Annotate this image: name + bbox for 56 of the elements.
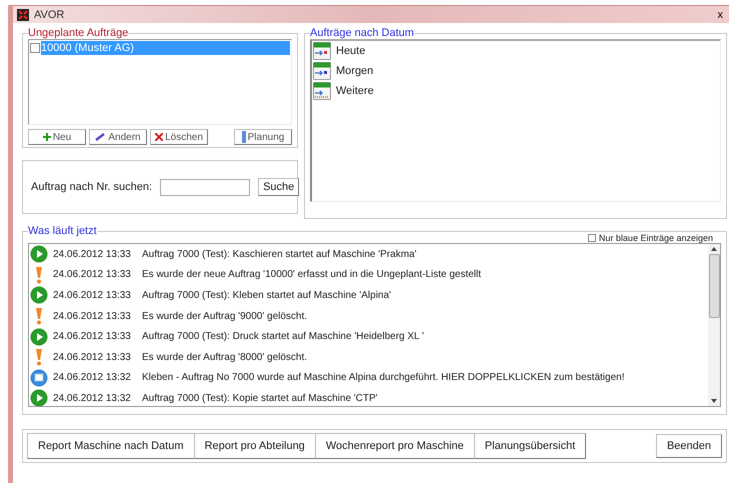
search-label: Auftrag nach Nr. suchen: (31, 181, 152, 193)
report-button[interactable]: Report pro Abteilung (194, 433, 316, 459)
cross-icon (155, 133, 164, 141)
list-item[interactable]: Morgen (312, 61, 720, 81)
calendar-icon (313, 42, 331, 60)
log-time: 24.06.2012 13:33 (53, 290, 132, 301)
add-button[interactable]: Neu (28, 129, 86, 145)
calendar-icon (313, 62, 331, 80)
group-title: Aufträge nach Datum (310, 27, 414, 39)
log-time: 24.06.2012 13:33 (53, 310, 132, 322)
log-message: Auftrag 7000 (Test): Kleben startet auf Maschine 'Alpina' (142, 290, 391, 301)
app-icon (17, 8, 29, 20)
log-message: Kleben - Auftrag No 7000 wurde auf Maschine Alpina durchgeführt. HIER DOPPELKLICKEN zum bestätigen! (142, 372, 624, 384)
log-time: 24.06.2012 13:33 (53, 352, 132, 363)
play-icon (30, 245, 48, 264)
report-button[interactable]: Wochenreport pro Maschine (314, 433, 475, 459)
checkbox[interactable] (588, 234, 596, 242)
play-icon (30, 389, 48, 406)
log-message: Es wurde der neue Auftrag '10000' erfasst und in die Ungeplant-Liste gestellt (142, 269, 482, 280)
search-field[interactable] (160, 178, 250, 196)
group-title: Was läuft jetzt (28, 225, 97, 237)
log-message: Es wurde der Auftrag '9000' gelöscht. (142, 310, 308, 322)
log-message: Es wurde der Auftrag '8000' gelöscht. (142, 352, 308, 363)
play-icon (30, 328, 48, 346)
checkbox-label: Nur blaue Einträge anzeigen (598, 233, 713, 243)
checkbox[interactable] (30, 43, 40, 53)
report-button[interactable]: Report Maschine nach Datum (27, 433, 195, 459)
pencil-icon (95, 133, 106, 141)
group-title: Ungeplante Aufträge (28, 27, 128, 39)
search-button[interactable]: Suche (258, 178, 300, 196)
log-time: 24.06.2012 13:33 (53, 269, 132, 280)
log-message: Auftrag 7000 (Test): Kopie startet auf Maschine 'CTP' (142, 392, 378, 404)
window-icon (30, 368, 48, 387)
log-message: Auftrag 7000 (Test): Kaschieren startet auf Maschine 'Prakma' (142, 248, 417, 260)
window-title: AVOR (34, 8, 64, 20)
list-item[interactable]: Heute (312, 41, 720, 61)
log-message: Auftrag 7000 (Test): Druck startet auf Maschine 'Heidelberg XL ' (142, 331, 424, 342)
bar-icon (242, 131, 246, 143)
delete-button[interactable]: Löschen (150, 129, 208, 145)
plan-button[interactable]: Planung (234, 129, 292, 145)
play-icon (30, 286, 48, 304)
list-item[interactable]: Weitere (312, 81, 720, 101)
date-list[interactable]: Heute Morgen Weitere (310, 39, 721, 202)
exit-button[interactable]: Beenden (656, 434, 722, 458)
plus-icon (42, 133, 51, 141)
close-button[interactable]: x (712, 8, 729, 20)
scroll-up-icon[interactable] (711, 247, 717, 251)
scrollbar[interactable] (708, 244, 720, 406)
log-time: 24.06.2012 13:33 (53, 331, 132, 342)
log-time: 24.06.2012 13:32 (53, 392, 132, 404)
calendar-icon (313, 82, 331, 100)
report-button[interactable]: Planungsübersicht (474, 433, 586, 459)
edit-button[interactable]: Andern (89, 129, 147, 145)
scroll-down-icon[interactable] (711, 399, 717, 403)
log-time: 24.06.2012 13:33 (53, 248, 132, 260)
log-time: 24.06.2012 13:32 (53, 372, 132, 384)
